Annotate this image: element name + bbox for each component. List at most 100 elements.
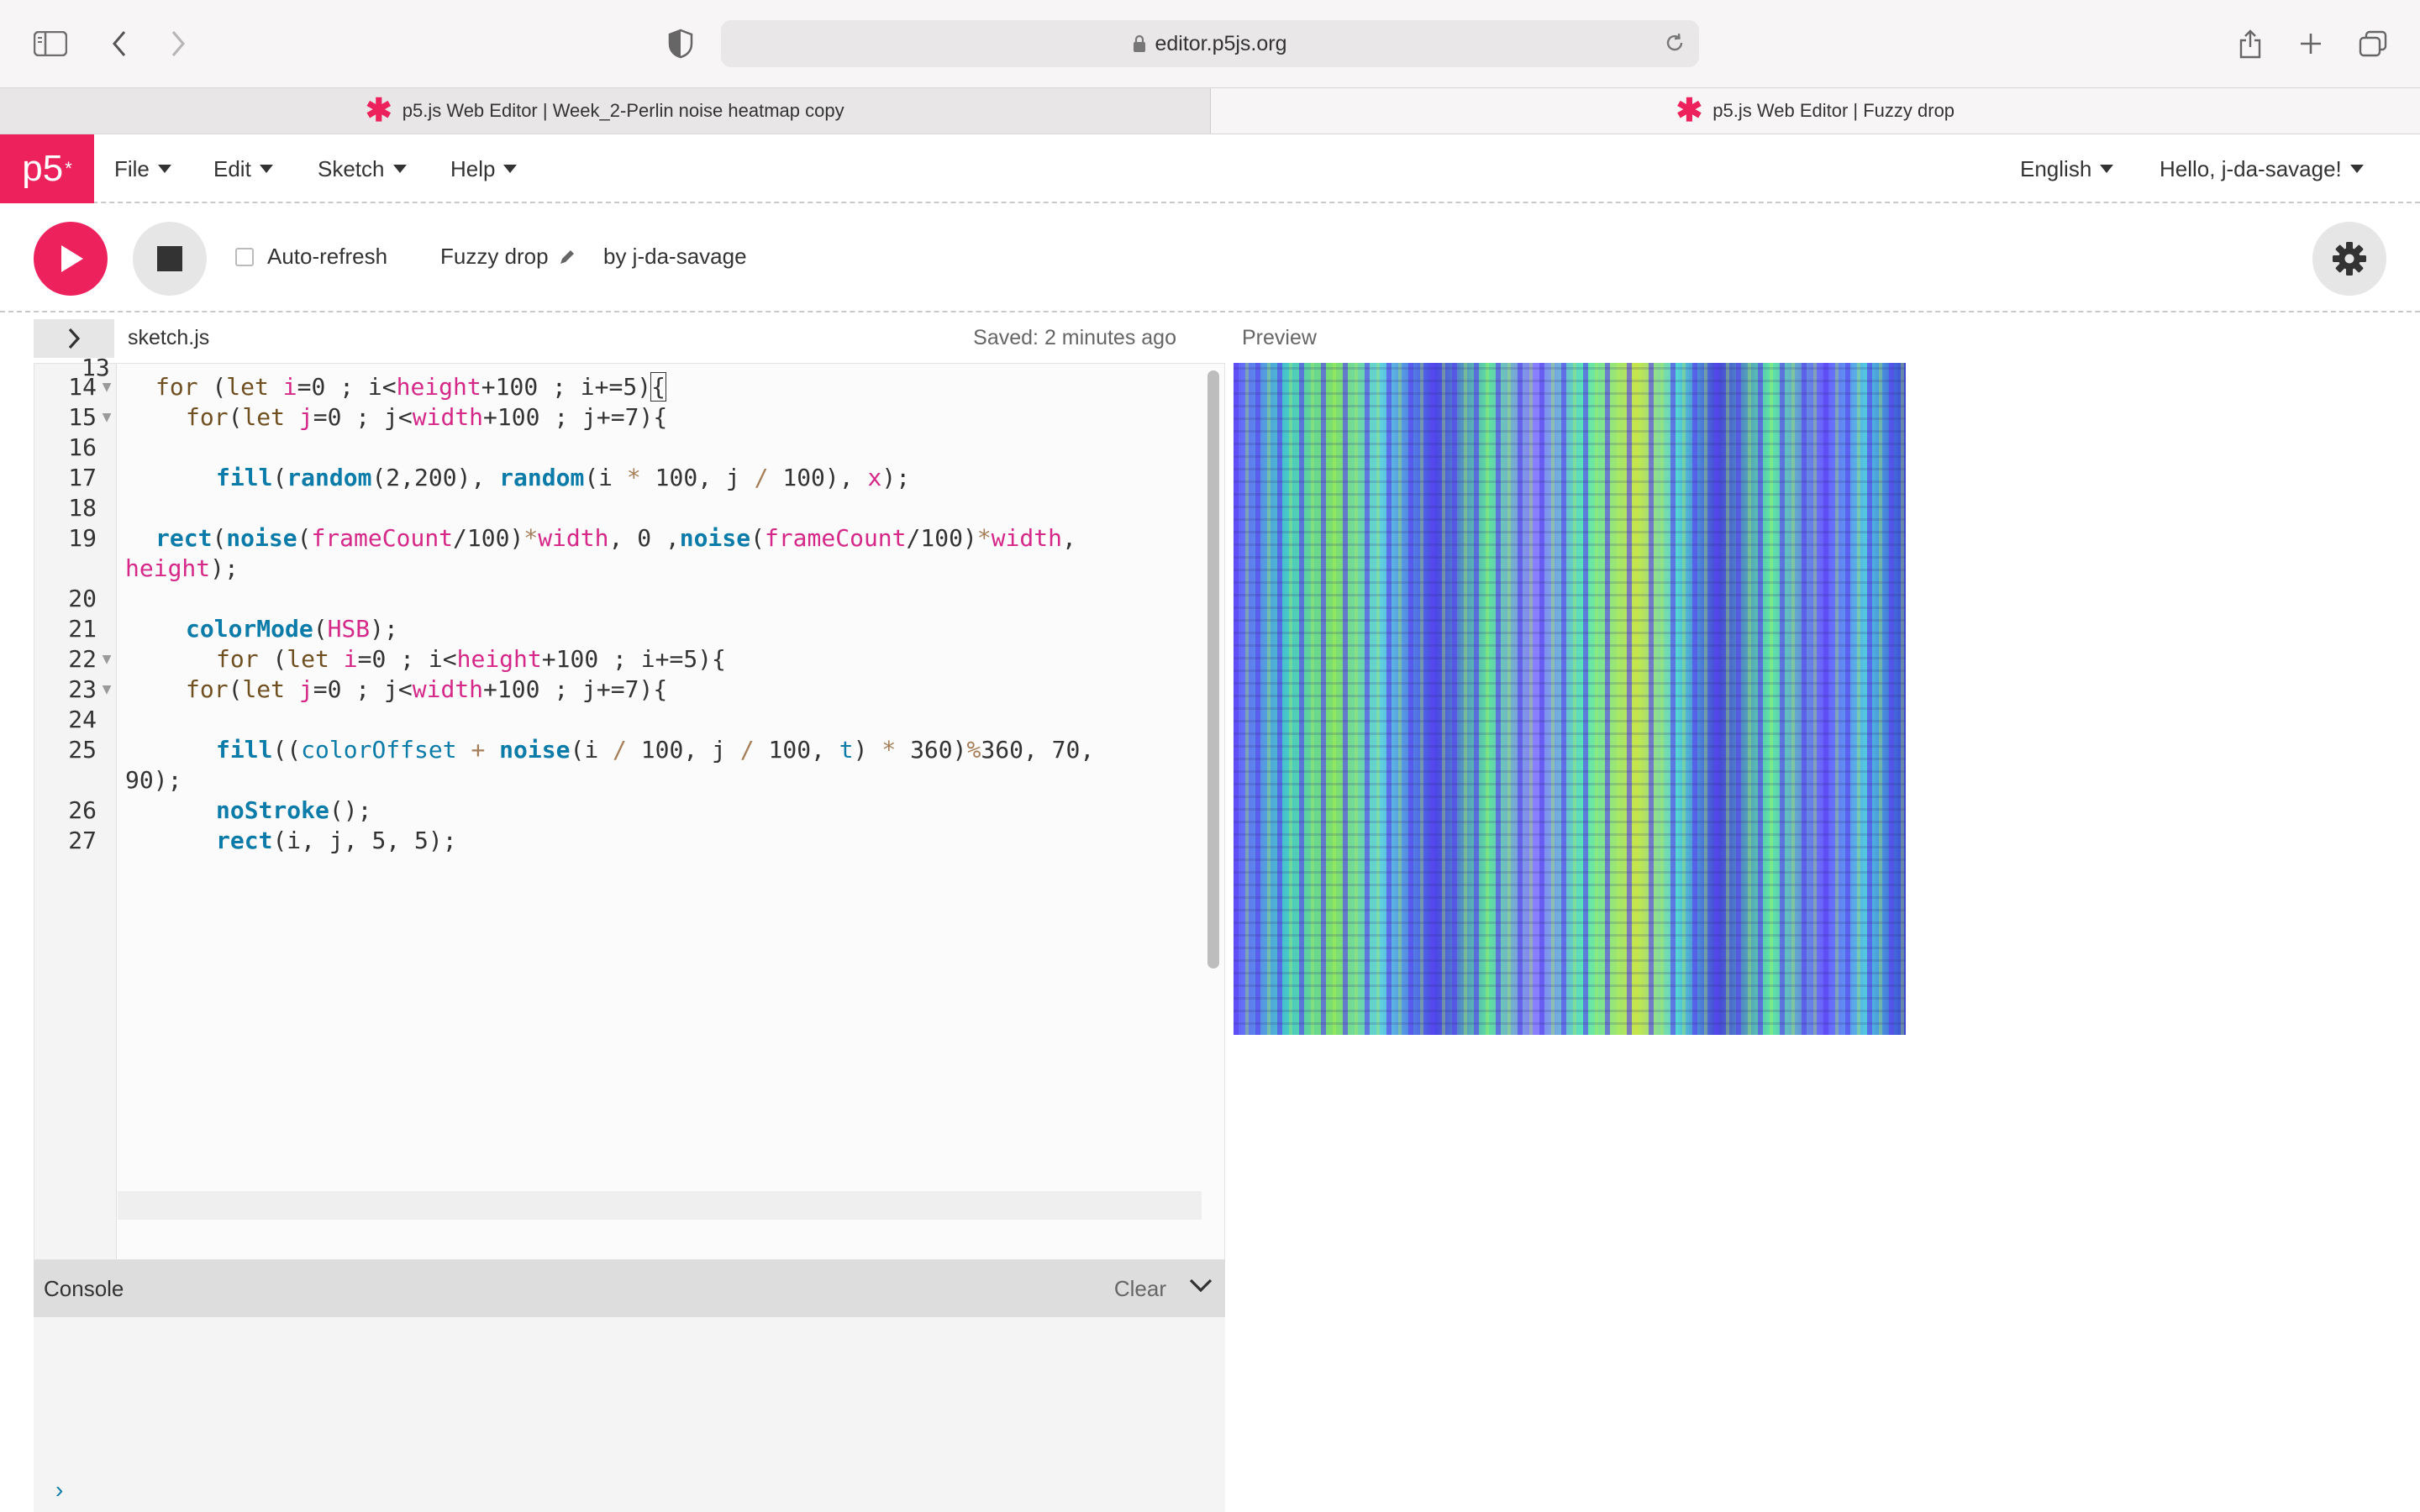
reload-icon[interactable] [1664,32,1686,54]
menu-sketch[interactable]: Sketch [318,134,407,203]
user-label: Hello, j-da-savage! [2160,155,2342,181]
editor-scrollbar[interactable] [1207,370,1219,969]
sidebar-toggle-button[interactable] [34,319,114,358]
code-text: rect(i, j, 5, 5); [216,827,457,854]
stop-button[interactable] [133,222,207,296]
code-line: 17 fill(random(2,200), random(i * 100, j… [34,463,910,493]
tab-fuzzy-drop[interactable]: ✱ p5.js Web Editor | Fuzzy drop [1210,88,2420,134]
code-line: 23 ▼ for(let j=0 ; j<width+100 ; j+=7){ [34,675,667,705]
console-header: Console Clear [34,1260,1225,1317]
code-text: noStroke(); [216,796,372,824]
fold-arrow-icon[interactable]: ▼ [97,372,117,402]
back-icon[interactable] [101,25,138,62]
p5-nav-bar: p5 * File Edit Sketch Help English Hello,… [0,134,2420,203]
auto-refresh-checkbox[interactable] [235,247,254,266]
p5-favicon-icon: ✱ [1676,93,1703,129]
sketch-name-label: Fuzzy drop [440,244,549,269]
lock-icon [1133,34,1146,53]
saved-status: Saved: 2 minutes ago [973,326,1176,349]
sketch-preview-canvas[interactable] [1234,363,1906,1035]
code-line: 19 rect(noise(frameCount/100)*width, 0 ,… [34,523,1076,554]
address-bar[interactable]: editor.p5js.org [721,20,1699,67]
menu-help[interactable]: Help [450,134,518,203]
fold-arrow-icon[interactable]: ▼ [97,644,117,675]
caret-down-icon [2349,165,2364,173]
active-line-highlight [118,1191,1202,1220]
code-line: 18 [34,493,117,523]
language-menu[interactable]: English [2020,134,2114,203]
code-text: colorMode(HSB); [186,615,398,643]
play-button[interactable] [34,222,108,296]
caret-down-icon [2100,165,2114,173]
code-text: 90); [125,766,182,794]
url-text: editor.p5js.org [1155,31,1287,55]
line-number: 20 [68,585,97,612]
sketch-name[interactable]: Fuzzy drop [440,244,576,270]
menu-label: Edit [213,155,251,181]
code-text: fill((colorOffset + noise(i / 100, j / 1… [216,736,1095,764]
sketch-toolbar: Auto-refresh Fuzzy drop by j-da-savage [0,205,2420,312]
caret-down-icon [259,165,273,173]
caret-down-icon [157,165,171,173]
menu-label: Sketch [318,155,385,181]
tab-label: p5.js Web Editor | Fuzzy drop [1712,100,1955,121]
stop-icon [157,246,182,271]
menu-label: Help [450,155,496,181]
code-text: rect(noise(frameCount/100)*width, 0 ,noi… [155,524,1076,552]
line-number: 22 [68,645,97,673]
share-icon[interactable] [2232,25,2269,62]
code-text: for(let j=0 ; j<width+100 ; j+=7){ [186,403,668,431]
code-text: for (let i=0 ; i<height+100 ; i+=5){ [216,645,726,673]
line-number: 15 [68,403,97,431]
sketch-author[interactable]: by j-da-savage [603,244,747,270]
fold-arrow-icon[interactable]: ▼ [97,402,117,433]
code-line: 27 rect(i, j, 5, 5); [34,826,456,856]
tab-overview-icon[interactable] [2354,25,2391,62]
p5-favicon-icon: ✱ [365,93,392,129]
console-prompt[interactable]: › [55,1477,63,1504]
editor-header: sketch.js Saved: 2 minutes ago [34,316,1225,361]
menu-edit[interactable]: Edit [213,134,273,203]
new-tab-icon[interactable] [2292,25,2329,62]
gear-icon [2333,242,2366,276]
settings-button[interactable] [2312,222,2386,296]
browser-toolbar: editor.p5js.org [0,0,2420,87]
user-menu[interactable]: Hello, j-da-savage! [2160,134,2364,203]
caret-down-icon [392,165,407,173]
code-text: for (let i=0 ; i<height+100 ; i+=5){ [155,372,666,402]
code-line: 25 fill((colorOffset + noise(i / 100, j … [34,735,1094,765]
line-number: 24 [68,706,97,733]
code-line: 15 ▼ for(let j=0 ; j<width+100 ; j+=7){ [34,402,667,433]
auto-refresh-label: Auto-refresh [267,244,388,269]
auto-refresh-toggle[interactable]: Auto-refresh [235,244,387,270]
console-clear-button[interactable]: Clear [1114,1276,1166,1302]
menu-file[interactable]: File [114,134,171,203]
code-line: 26 noStroke(); [34,795,371,826]
p5-logo[interactable]: p5 * [0,134,94,203]
preview-label: Preview [1242,326,1317,349]
forward-icon[interactable] [160,25,197,62]
caret-down-icon [503,165,518,173]
console-output: › [34,1317,1225,1512]
code-line: 16 [34,433,117,463]
code-editor[interactable]: 13 14 ▼ for (let i=0 ; i<height+100 ; i+=… [34,354,1225,1260]
browser-tabs: ✱ p5.js Web Editor | Week_2-Perlin noise… [0,87,2420,134]
pencil-icon[interactable] [559,249,576,265]
privacy-shield-icon[interactable] [662,25,699,62]
sidebar-icon[interactable] [32,25,69,62]
code-line: 22 ▼ for (let i=0 ; i<height+100 ; i+=5){ [34,644,726,675]
tab-week2-heatmap[interactable]: ✱ p5.js Web Editor | Week_2-Perlin noise… [0,88,1211,134]
logo-text: p5 [22,148,64,189]
fold-arrow-icon[interactable]: ▼ [97,675,117,705]
code-text: for(let j=0 ; j<width+100 ; j+=7){ [186,675,668,703]
chevron-down-icon[interactable] [1188,1277,1213,1294]
